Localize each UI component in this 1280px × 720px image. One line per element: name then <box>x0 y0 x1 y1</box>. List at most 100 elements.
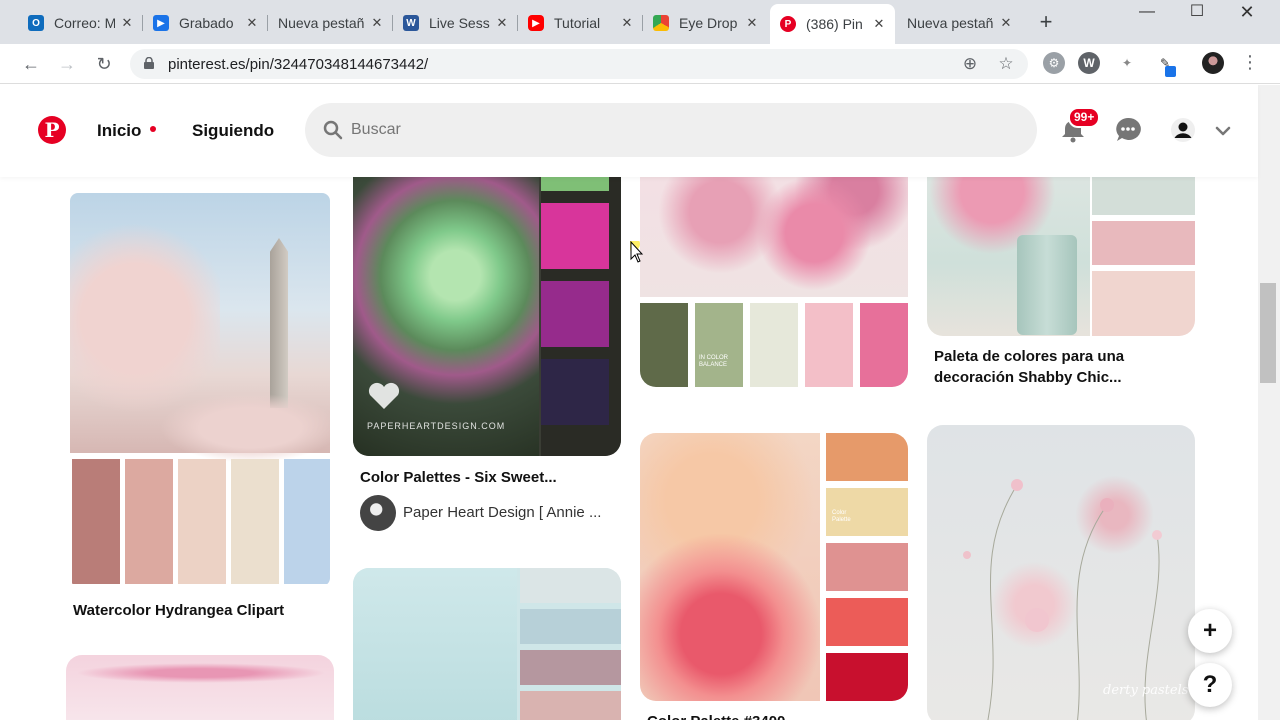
messages-icon[interactable] <box>1115 117 1141 143</box>
tab-title: Tutorial <box>554 15 601 31</box>
palette-swatch <box>826 653 908 701</box>
add-pin-button[interactable]: + <box>1188 609 1232 653</box>
palette-swatch <box>520 568 621 603</box>
extension-leaf-icon[interactable]: ✦ <box>1116 52 1138 74</box>
palette-swatch: Color Palette <box>826 488 908 536</box>
tab-eye-dropper[interactable]: Eye Drop ✕ <box>643 8 768 38</box>
close-tab-icon[interactable]: ✕ <box>244 15 260 31</box>
palette-swatch <box>1092 221 1195 265</box>
pin-cherry-blossom-partial[interactable] <box>66 655 334 720</box>
pin-caption[interactable]: Watercolor Hydrangea Clipart <box>73 600 333 621</box>
tab-title: Grabado <box>179 15 234 31</box>
nav-home[interactable]: Inicio <box>97 121 141 141</box>
lock-icon <box>144 57 154 69</box>
paper-heart-logo-icon <box>367 381 401 411</box>
palette-label: Color Palette <box>832 510 851 523</box>
pin-succulent-palette[interactable]: PAPERHEARTDESIGN.COM <box>353 155 621 456</box>
add-icon[interactable]: ⊕ <box>960 54 980 74</box>
mouse-cursor-icon <box>630 241 644 263</box>
palette-swatch <box>805 303 853 387</box>
palette-swatch <box>640 303 688 387</box>
notification-badge: 99+ <box>1068 107 1101 128</box>
tab-tutorial[interactable]: ▶ Tutorial ✕ <box>518 8 643 38</box>
pin-pastel-flowers[interactable]: derty pastels <box>927 425 1195 720</box>
address-bar[interactable]: pinterest.es/pin/324470348144673442/ ⊕ ☆ <box>130 49 1028 79</box>
pin-image-cherry-blossom-monument <box>70 193 330 463</box>
palette-swatch <box>520 691 621 720</box>
pin-watercolor-hydrangea[interactable] <box>70 193 330 586</box>
palette-swatch <box>178 459 226 584</box>
user-profile-icon[interactable] <box>1170 117 1196 143</box>
pin-author[interactable]: Paper Heart Design [ Annie ... <box>403 504 601 521</box>
tab-title: Nueva pestaña <box>278 15 365 31</box>
palette-swatch <box>520 609 621 644</box>
minimize-button[interactable]: — <box>1122 0 1172 28</box>
pin-coral-ranunculus-palette[interactable]: Color Palette <box>640 433 908 701</box>
tab-title: Correo: M <box>54 15 115 31</box>
palette-swatch <box>826 433 908 481</box>
wordpress-icon[interactable]: W <box>1078 52 1100 74</box>
tab-pinterest-active[interactable]: P (386) Pin ✕ <box>770 4 895 44</box>
search-placeholder: Buscar <box>351 121 401 138</box>
pinterest-logo-icon[interactable]: P <box>38 116 66 144</box>
pin-shabby-chic-palette[interactable] <box>927 155 1195 336</box>
forward-button[interactable]: → <box>55 52 79 76</box>
palette-swatch <box>750 303 798 387</box>
maximize-button[interactable]: ☐ <box>1172 0 1222 28</box>
close-tab-icon[interactable]: ✕ <box>744 15 760 31</box>
palette-swatch <box>541 359 609 425</box>
close-window-button[interactable]: ✕ <box>1222 0 1272 28</box>
tab-nueva-pestana[interactable]: Nueva pestaña ✕ <box>268 8 393 38</box>
close-tab-icon[interactable]: ✕ <box>494 15 510 31</box>
url-text: pinterest.es/pin/324470348144673442/ <box>168 56 429 73</box>
search-icon <box>323 120 343 140</box>
pin-image-vase-flowers <box>927 155 1090 336</box>
help-button[interactable]: ? <box>1188 663 1232 707</box>
close-tab-icon[interactable]: ✕ <box>619 15 635 31</box>
nav-following[interactable]: Siguiendo <box>192 121 274 141</box>
palette-swatch <box>541 203 609 269</box>
pinterest-icon: P <box>780 16 796 32</box>
tab-live-session[interactable]: W Live Sess ✕ <box>393 8 518 38</box>
pin-watermark: PAPERHEARTDESIGN.COM <box>367 421 506 431</box>
tab-strip: O Correo: M ✕ ▶ Grabado ✕ Nueva pestaña … <box>0 0 1280 44</box>
extension-gear-icon[interactable]: ⚙ <box>1043 52 1065 74</box>
scrollbar-thumb[interactable] <box>1260 283 1276 383</box>
chevron-down-icon[interactable] <box>1212 117 1234 143</box>
pinterest-header: P Inicio Siguiendo Buscar 99+ <box>0 85 1258 177</box>
reload-button[interactable]: ↻ <box>92 52 116 76</box>
outlook-icon: O <box>28 15 44 31</box>
tab-nueva-pestana-2[interactable]: Nueva pestaña ✕ <box>897 8 1022 38</box>
palette-swatch <box>72 459 120 584</box>
tab-title: Eye Drop <box>679 15 738 31</box>
author-avatar[interactable] <box>360 495 396 531</box>
pin-caption[interactable]: Paleta de colores para una decoración Sh… <box>934 346 1184 388</box>
pin-image-coral-flowers <box>640 433 820 701</box>
close-tab-icon[interactable]: ✕ <box>369 15 385 31</box>
close-tab-icon[interactable]: ✕ <box>998 15 1014 31</box>
profile-avatar[interactable] <box>1202 52 1224 74</box>
pin-caption[interactable]: Color Palette #3400 <box>647 711 907 720</box>
palette-swatch <box>1092 271 1195 336</box>
new-tab-button[interactable]: + <box>1034 10 1058 34</box>
menu-dots-icon[interactable]: ⋮ <box>1241 52 1259 73</box>
bookmark-star-icon[interactable]: ☆ <box>996 54 1016 74</box>
pin-ranunculus-green-palette[interactable]: IN COLOR BALANCE <box>640 155 908 387</box>
pin-blue-palette-partial[interactable] <box>353 568 621 720</box>
tab-title: Live Sess <box>429 15 490 31</box>
search-input[interactable]: Buscar <box>305 103 1037 157</box>
close-tab-icon[interactable]: ✕ <box>119 15 135 31</box>
palette-swatch <box>520 650 621 685</box>
pin-watermark: derty pastels <box>1103 683 1189 698</box>
pin-caption[interactable]: Color Palettes - Six Sweet... <box>360 467 620 488</box>
palette-swatch <box>860 303 908 387</box>
back-button[interactable]: ← <box>19 52 43 76</box>
home-notification-dot <box>150 126 156 132</box>
palette-swatch <box>826 598 908 646</box>
tab-correo[interactable]: O Correo: M ✕ <box>18 8 143 38</box>
tab-grabado[interactable]: ▶ Grabado ✕ <box>143 8 268 38</box>
close-tab-icon[interactable]: ✕ <box>871 16 887 32</box>
screencast-icon: ▶ <box>153 15 169 31</box>
tab-title: Nueva pestaña <box>907 15 994 31</box>
scrollbar-track[interactable] <box>1258 85 1280 720</box>
